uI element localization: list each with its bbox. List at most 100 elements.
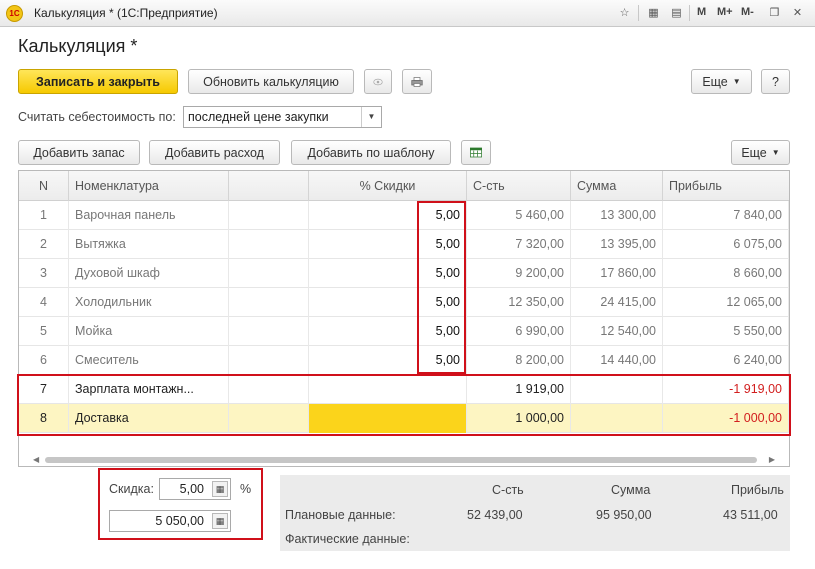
calculator-icon[interactable]: ▦ bbox=[645, 4, 662, 22]
cell-sum[interactable]: 13 395,00 bbox=[571, 230, 663, 259]
cell-extra[interactable] bbox=[229, 288, 309, 317]
memory-button-m[interactable]: M bbox=[697, 6, 706, 18]
cell-sum[interactable]: 12 540,00 bbox=[571, 317, 663, 346]
scroll-right-icon[interactable]: ▶ bbox=[769, 455, 775, 464]
cell-name[interactable]: Мойка bbox=[69, 317, 229, 346]
cell-cost[interactable]: 8 200,00 bbox=[467, 346, 571, 375]
cell-discount[interactable]: 5,00 bbox=[309, 288, 467, 317]
table-row[interactable]: 2 Вытяжка 5,00 7 320,00 13 395,00 6 075,00 bbox=[19, 230, 789, 259]
add-by-template-button[interactable]: Добавить по шаблону bbox=[291, 140, 451, 165]
table-row[interactable]: 5 Мойка 5,00 6 990,00 12 540,00 5 550,00 bbox=[19, 317, 789, 346]
cell-sum[interactable]: 17 860,00 bbox=[571, 259, 663, 288]
cell-cost[interactable]: 6 990,00 bbox=[467, 317, 571, 346]
cost-basis-select[interactable]: последней цене закупки ▼ bbox=[183, 106, 382, 128]
cell-n[interactable]: 7 bbox=[19, 375, 69, 404]
cell-sum[interactable]: 13 300,00 bbox=[571, 201, 663, 230]
cell-cost[interactable]: 7 320,00 bbox=[467, 230, 571, 259]
cell-n[interactable]: 2 bbox=[19, 230, 69, 259]
col-header-extra[interactable] bbox=[229, 171, 309, 201]
more-button[interactable]: Еще ▼ bbox=[691, 69, 752, 94]
cell-name[interactable]: Вытяжка bbox=[69, 230, 229, 259]
cell-discount[interactable] bbox=[309, 404, 467, 433]
cell-extra[interactable] bbox=[229, 346, 309, 375]
cell-n[interactable]: 1 bbox=[19, 201, 69, 230]
col-header-profit[interactable]: Прибыль bbox=[663, 171, 789, 201]
add-stock-button[interactable]: Добавить запас bbox=[18, 140, 140, 165]
discount-percent-field[interactable]: 5,00 ▦ bbox=[159, 478, 231, 500]
col-header-cost[interactable]: С-сть bbox=[467, 171, 571, 201]
table-row[interactable]: 1 Варочная панель 5,00 5 460,00 13 300,00 7 8… bbox=[19, 201, 789, 230]
star-icon[interactable]: ☆ bbox=[616, 4, 633, 22]
add-expense-button[interactable]: Добавить расход bbox=[149, 140, 280, 165]
cell-n[interactable]: 4 bbox=[19, 288, 69, 317]
cell-discount[interactable] bbox=[309, 375, 467, 404]
calculator-icon[interactable]: ▦ bbox=[212, 481, 228, 497]
cell-profit[interactable]: 7 840,00 bbox=[663, 201, 789, 230]
cell-sum[interactable]: 14 440,00 bbox=[571, 346, 663, 375]
cell-discount[interactable]: 5,00 bbox=[309, 317, 467, 346]
print-icon[interactable] bbox=[402, 69, 432, 94]
col-header-discount[interactable]: % Скидки bbox=[309, 171, 467, 201]
col-header-nomenclature[interactable]: Номенклатура bbox=[69, 171, 229, 201]
horizontal-scrollbar[interactable]: ◀ ▶ bbox=[33, 455, 775, 464]
cell-n[interactable]: 3 bbox=[19, 259, 69, 288]
calendar-icon[interactable]: ▤ bbox=[668, 4, 685, 22]
cell-cost[interactable]: 9 200,00 bbox=[467, 259, 571, 288]
col-header-sum[interactable]: Сумма bbox=[571, 171, 663, 201]
cell-sum[interactable]: 24 415,00 bbox=[571, 288, 663, 317]
cell-n[interactable]: 8 bbox=[19, 404, 69, 433]
cell-profit[interactable]: 6 075,00 bbox=[663, 230, 789, 259]
spreadsheet-icon[interactable] bbox=[461, 140, 491, 165]
memory-button-mplus[interactable]: M+ bbox=[717, 6, 733, 18]
cell-cost[interactable]: 1 000,00 bbox=[467, 404, 571, 433]
chevron-down-icon[interactable]: ▼ bbox=[361, 107, 381, 127]
cell-discount[interactable]: 5,00 bbox=[309, 259, 467, 288]
refresh-calculation-button[interactable]: Обновить калькуляцию bbox=[188, 69, 354, 94]
cell-extra[interactable] bbox=[229, 201, 309, 230]
cell-cost[interactable]: 1 919,00 bbox=[467, 375, 571, 404]
cell-n[interactable]: 5 bbox=[19, 317, 69, 346]
discount-amount-field[interactable]: 5 050,00 ▦ bbox=[109, 510, 231, 532]
cell-name[interactable]: Духовой шкаф bbox=[69, 259, 229, 288]
cell-extra[interactable] bbox=[229, 259, 309, 288]
table-row[interactable]: 7 Зарплата монтажн... 1 919,00 -1 919,00 bbox=[19, 375, 789, 404]
eye-icon[interactable] bbox=[364, 69, 392, 94]
table-row[interactable]: 4 Холодильник 5,00 12 350,00 24 415,00 12 065… bbox=[19, 288, 789, 317]
cell-profit[interactable]: 6 240,00 bbox=[663, 346, 789, 375]
cell-discount[interactable]: 5,00 bbox=[309, 346, 467, 375]
cell-sum[interactable] bbox=[571, 404, 663, 433]
cell-profit[interactable]: 8 660,00 bbox=[663, 259, 789, 288]
help-button[interactable]: ? bbox=[761, 69, 790, 94]
table-more-button[interactable]: Еще ▼ bbox=[731, 140, 790, 165]
col-header-n[interactable]: N bbox=[19, 171, 69, 201]
memory-button-mminus[interactable]: M- bbox=[741, 6, 754, 18]
cell-cost[interactable]: 5 460,00 bbox=[467, 201, 571, 230]
cell-extra[interactable] bbox=[229, 317, 309, 346]
cell-n[interactable]: 6 bbox=[19, 346, 69, 375]
cell-sum[interactable] bbox=[571, 375, 663, 404]
cell-name[interactable]: Смеситель bbox=[69, 346, 229, 375]
cell-name[interactable]: Холодильник bbox=[69, 288, 229, 317]
cell-extra[interactable] bbox=[229, 230, 309, 259]
close-icon[interactable]: ✕ bbox=[789, 4, 806, 22]
save-and-close-button[interactable]: Записать и закрыть bbox=[18, 69, 178, 94]
table-row[interactable]: 6 Смеситель 5,00 8 200,00 14 440,00 6 240,00 bbox=[19, 346, 789, 375]
restore-icon[interactable]: ❐ bbox=[766, 4, 783, 22]
cell-extra[interactable] bbox=[229, 375, 309, 404]
cell-name[interactable]: Варочная панель bbox=[69, 201, 229, 230]
cell-name[interactable]: Зарплата монтажн... bbox=[69, 375, 229, 404]
cell-profit[interactable]: -1 919,00 bbox=[663, 375, 789, 404]
cell-discount[interactable]: 5,00 bbox=[309, 201, 467, 230]
cell-profit[interactable]: -1 000,00 bbox=[663, 404, 789, 433]
cell-extra[interactable] bbox=[229, 404, 309, 433]
table-row[interactable]: 3 Духовой шкаф 5,00 9 200,00 17 860,00 8 660,… bbox=[19, 259, 789, 288]
cell-discount[interactable]: 5,00 bbox=[309, 230, 467, 259]
scrollbar-thumb[interactable] bbox=[45, 457, 757, 463]
cell-name[interactable]: Доставка bbox=[69, 404, 229, 433]
calculator-icon[interactable]: ▦ bbox=[212, 513, 228, 529]
cell-cost[interactable]: 12 350,00 bbox=[467, 288, 571, 317]
table-row[interactable]: 8 Доставка 1 000,00 -1 000,00 bbox=[19, 404, 789, 433]
scroll-left-icon[interactable]: ◀ bbox=[33, 455, 39, 464]
cell-profit[interactable]: 12 065,00 bbox=[663, 288, 789, 317]
cell-profit[interactable]: 5 550,00 bbox=[663, 317, 789, 346]
